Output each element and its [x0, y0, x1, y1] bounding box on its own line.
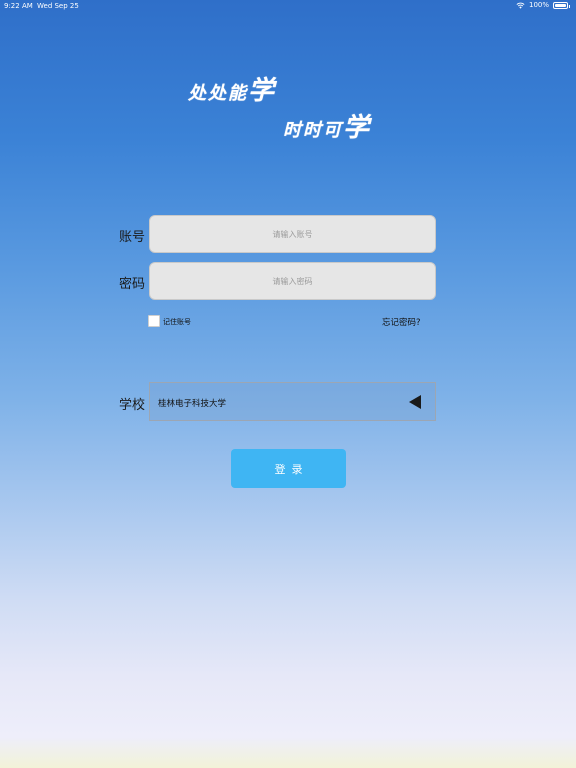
forgot-password-link[interactable]: 忘记密码?	[382, 316, 421, 328]
remember-account-label[interactable]: 记住账号	[163, 317, 191, 327]
battery-percent: 100%	[528, 1, 549, 9]
login-button[interactable]: 登录	[231, 449, 346, 488]
slogan-line-2-text: 时时可	[283, 120, 343, 141]
status-right: 100%	[516, 1, 570, 9]
school-value: 桂林电子科技大学	[158, 399, 227, 409]
school-label: 学校	[119, 398, 146, 413]
password-input[interactable]	[149, 262, 436, 300]
status-bar: 9:22 AM Wed Sep 25 100%	[0, 0, 576, 12]
slogan-line-1-big-char: 学	[248, 76, 277, 106]
school-select[interactable]: 桂林电子科技大学	[149, 382, 436, 421]
account-label: 账号	[119, 230, 146, 245]
slogan-line-1-text: 处处能	[188, 83, 248, 104]
remember-account-checkbox[interactable]	[148, 315, 160, 327]
slogan-line-2-big-char: 学	[343, 113, 372, 143]
password-label: 密码	[119, 277, 146, 292]
slogan-line-1: 处处能学	[188, 70, 276, 107]
wifi-icon	[516, 2, 525, 9]
triangle-left-icon[interactable]	[409, 395, 421, 409]
status-date: Wed Sep 25	[37, 2, 79, 10]
status-time: 9:22 AM	[4, 2, 33, 10]
account-input[interactable]	[149, 215, 436, 253]
slogan-line-2: 时时可学	[283, 107, 371, 144]
battery-icon	[553, 1, 570, 9]
